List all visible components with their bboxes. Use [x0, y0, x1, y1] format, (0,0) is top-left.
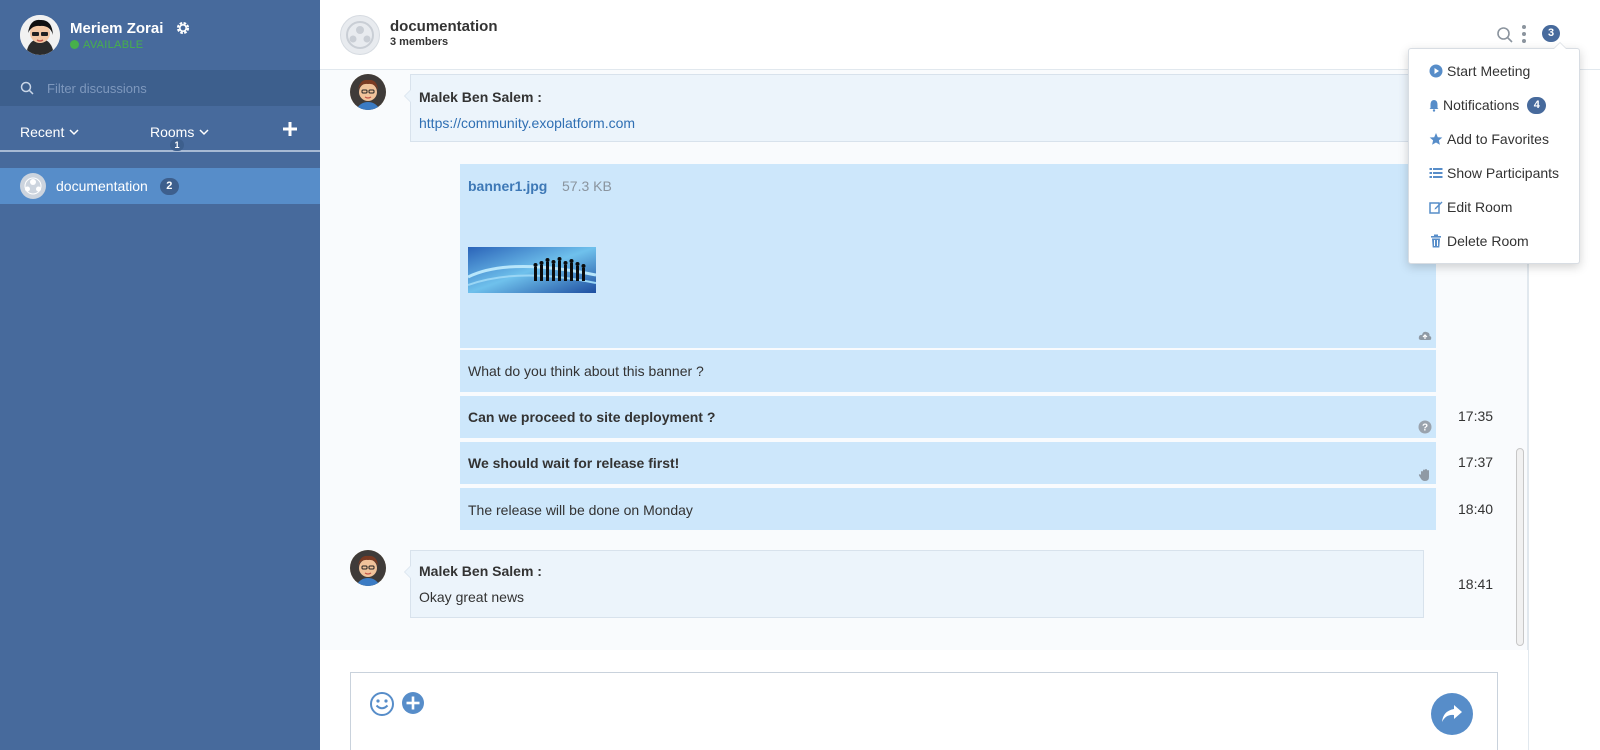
list-icon — [1429, 168, 1443, 178]
message-link[interactable]: https://community.exoplatform.com — [419, 115, 635, 131]
composer-area — [320, 650, 1528, 750]
tab-recent[interactable]: Recent — [20, 124, 79, 140]
message-author[interactable]: Malek Ben Salem : — [419, 89, 542, 105]
message-text: What do you think about this banner ? — [468, 363, 704, 379]
search-icon[interactable] — [1496, 26, 1514, 44]
room-item-documentation[interactable]: documentation 2 — [0, 168, 320, 204]
message-bubble: Malek Ben Salem : Okay great news — [404, 550, 1424, 618]
trash-icon — [1431, 234, 1441, 248]
menu-item-notifications[interactable]: Notifications 4 — [1429, 95, 1547, 115]
avatar[interactable] — [350, 74, 386, 110]
menu-label: Notifications — [1443, 97, 1520, 113]
menu-label: Start Meeting — [1447, 63, 1531, 79]
tabs-bar: Recent Rooms — [0, 106, 320, 152]
add-room-button[interactable] — [281, 120, 299, 138]
room-name: documentation — [56, 178, 148, 194]
user-avatar[interactable] — [20, 15, 60, 55]
room-actions-menu: Start Meeting Notifications 4 Add to Fav… — [1408, 42, 1580, 264]
gear-icon[interactable] — [175, 20, 191, 36]
message-text: Okay great news — [419, 589, 525, 605]
emoji-icon[interactable] — [369, 691, 395, 717]
user-name: Meriem Zorai — [70, 19, 164, 37]
file-name-link[interactable]: banner1.jpg — [468, 178, 547, 194]
message-text: The release will be done on Monday — [468, 502, 693, 518]
menu-item-start-meeting[interactable]: Start Meeting — [1429, 61, 1530, 81]
cloud-upload-icon[interactable] — [1418, 329, 1432, 343]
message-time: 17:35 — [1458, 408, 1494, 424]
menu-label: Show Participants — [1447, 165, 1560, 181]
user-box: Meriem Zorai AVAILABLE — [0, 0, 320, 70]
menu-item-edit-room[interactable]: Edit Room — [1429, 197, 1512, 217]
user-status[interactable]: AVAILABLE — [83, 39, 143, 51]
play-icon — [1429, 64, 1443, 78]
chevron-down-icon — [69, 129, 79, 136]
send-button[interactable] — [1431, 693, 1473, 735]
message-line: The release will be done on Monday — [460, 488, 1436, 530]
search-icon — [20, 81, 34, 95]
edit-icon — [1429, 201, 1443, 214]
message-composer[interactable] — [350, 672, 1498, 750]
rooms-count-badge: 1 — [170, 139, 184, 151]
room-members[interactable]: 3 members — [390, 36, 448, 48]
message-text: Can we proceed to site deployment ? — [468, 409, 716, 425]
message-list: Malek Ben Salem : https://community.exop… — [320, 70, 1528, 650]
menu-item-show-participants[interactable]: Show Participants — [1429, 163, 1559, 183]
sidebar: Meriem Zorai AVAILABLE Recent Rooms — [0, 0, 320, 750]
status-dot — [70, 40, 79, 49]
group-icon — [346, 21, 374, 49]
message-line: We should wait for release first! — [460, 442, 1436, 484]
question-icon: ? — [1418, 420, 1432, 434]
menu-item-delete-room[interactable]: Delete Room — [1429, 231, 1529, 251]
banner-thumbnail[interactable] — [468, 247, 596, 293]
scrollbar-thumb[interactable] — [1516, 448, 1524, 646]
bell-icon — [1429, 100, 1439, 112]
share-arrow-icon — [1442, 705, 1462, 722]
chevron-down-icon — [199, 129, 209, 136]
message-text: We should wait for release first! — [468, 455, 680, 471]
message-line: What do you think about this banner ? — [460, 350, 1436, 392]
file-message: banner1.jpg 57.3 KB — [460, 164, 1436, 348]
menu-label: Add to Favorites — [1447, 131, 1549, 147]
hand-icon — [1418, 469, 1429, 481]
room-unread-badge: 2 — [159, 177, 179, 195]
message-time: 17:37 — [1458, 454, 1494, 470]
svg-text:?: ? — [1422, 423, 1428, 434]
message-bubble: Malek Ben Salem : https://community.exop… — [404, 74, 1424, 142]
message-line: Can we proceed to site deployment ? ? — [460, 396, 1436, 438]
notifications-badge: 4 — [1527, 96, 1547, 114]
menu-item-add-to-favorites[interactable]: Add to Favorites — [1429, 129, 1549, 149]
file-size: 57.3 KB — [562, 178, 612, 194]
message-time: 18:40 — [1458, 501, 1494, 517]
star-icon — [1429, 133, 1443, 145]
filter-bar — [0, 70, 320, 106]
tab-rooms[interactable]: Rooms — [150, 124, 209, 140]
avatar[interactable] — [350, 550, 386, 586]
message-author[interactable]: Malek Ben Salem : — [419, 563, 542, 579]
room-avatar — [20, 173, 46, 199]
filter-discussions-input[interactable] — [47, 80, 287, 96]
menu-label: Edit Room — [1447, 199, 1513, 215]
menu-label: Delete Room — [1447, 233, 1529, 249]
group-icon — [24, 177, 42, 195]
more-options-icon[interactable] — [1520, 24, 1528, 44]
message-time: 18:41 — [1458, 576, 1494, 592]
header-notification-badge: 3 — [1542, 25, 1560, 42]
room-title: documentation — [390, 18, 498, 35]
tab-recent-label: Recent — [20, 124, 65, 140]
add-attachment-icon[interactable] — [401, 691, 425, 715]
room-header-avatar — [340, 15, 380, 55]
tab-rooms-label: Rooms — [150, 124, 195, 140]
